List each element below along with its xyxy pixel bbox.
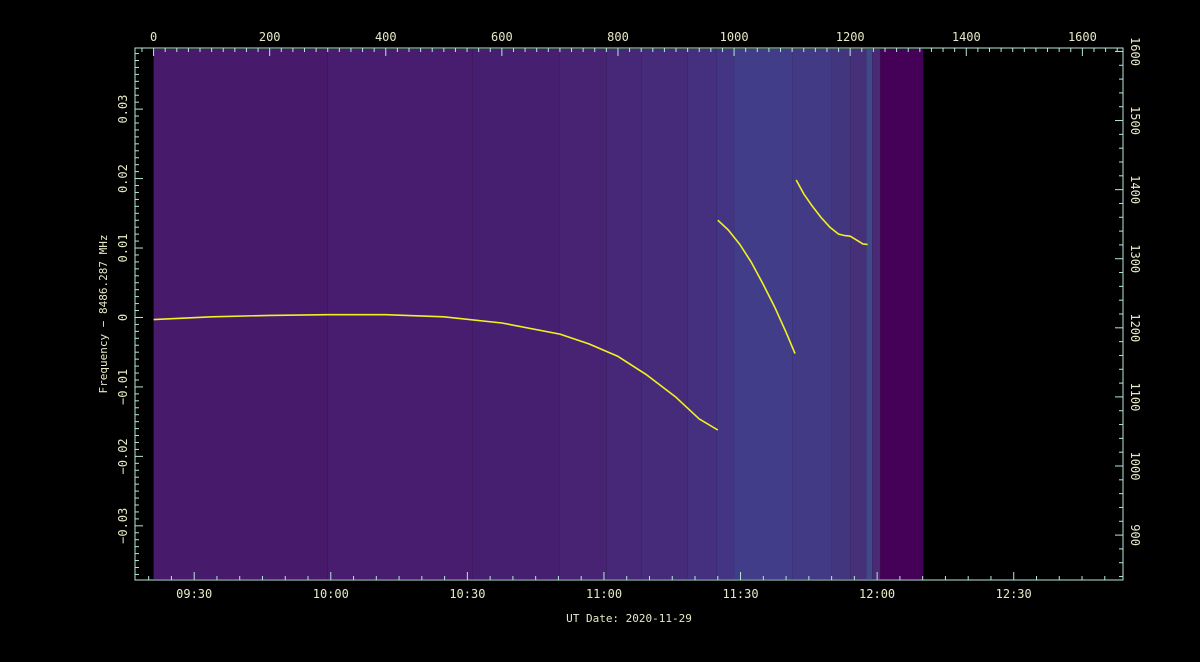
top-tick-label: 0 xyxy=(150,30,157,44)
heatmap-column-8 xyxy=(734,49,793,579)
right-tick-label: 1400 xyxy=(1128,175,1142,204)
bottom-tick-label: 11:00 xyxy=(586,587,622,601)
left-tick-label: −0.03 xyxy=(116,508,130,544)
left-tick-label: 0.01 xyxy=(116,234,130,263)
bottom-tick-label: 11:30 xyxy=(722,587,758,601)
heatmap-column-9 xyxy=(792,49,832,579)
heatmap-columns xyxy=(153,49,924,579)
left-tick-label: −0.01 xyxy=(116,369,130,405)
bottom-tick-label: 09:30 xyxy=(176,587,212,601)
top-tick-label: 1400 xyxy=(952,30,981,44)
top-tick-label: 200 xyxy=(259,30,281,44)
spectrogram-chart: 0 200 400 600 800 1000 1200 1400 1600 09:30 10:00… xyxy=(97,30,1142,625)
top-tick-label: 400 xyxy=(375,30,397,44)
heatmap-column-7 xyxy=(716,49,735,579)
heatmap-column-14 xyxy=(880,49,924,579)
top-tick-label: 1200 xyxy=(836,30,865,44)
top-tick-label: 600 xyxy=(491,30,513,44)
heatmap-column-10 xyxy=(831,49,851,579)
left-tick-label: 0.03 xyxy=(116,95,130,124)
right-tick-label: 1500 xyxy=(1128,106,1142,135)
right-tick-label: 1100 xyxy=(1128,382,1142,411)
heatmap-column-11 xyxy=(850,49,867,579)
top-tick-label: 1600 xyxy=(1068,30,1097,44)
right-tick-label: 900 xyxy=(1128,524,1142,546)
left-tick-label: −0.02 xyxy=(116,438,130,474)
bottom-tick-label: 10:00 xyxy=(313,587,349,601)
left-tick-label: 0.02 xyxy=(116,164,130,193)
top-tick-label: 1000 xyxy=(720,30,749,44)
bottom-tick-label: 12:00 xyxy=(859,587,895,601)
heatmap-column-0 xyxy=(153,49,328,579)
heatmap-column-4 xyxy=(606,49,642,579)
heatmap-column-13 xyxy=(872,49,881,579)
heatmap-column-12 xyxy=(866,49,873,579)
heatmap-column-5 xyxy=(641,49,688,579)
heatmap-column-2 xyxy=(472,49,560,579)
heatmap-column-6 xyxy=(687,49,717,579)
bottom-axis-tick-labels: 09:30 10:00 10:30 11:00 11:30 12:00 12:30 xyxy=(176,587,1032,601)
left-tick-label: 0 xyxy=(116,314,130,321)
top-tick-label: 800 xyxy=(607,30,629,44)
bottom-tick-label: 12:30 xyxy=(996,587,1032,601)
right-axis-tick-labels: 900 1000 1100 1200 1300 1400 1500 1600 xyxy=(1128,37,1142,546)
heatmap-column-3 xyxy=(559,49,607,579)
left-axis-tick-labels: −0.03 −0.02 −0.01 0 0.01 0.02 0.03 xyxy=(116,95,130,544)
top-axis-tick-labels: 0 200 400 600 800 1000 1200 1400 1600 xyxy=(150,30,1097,44)
bottom-tick-label: 10:30 xyxy=(449,587,485,601)
right-tick-label: 1300 xyxy=(1128,244,1142,273)
right-tick-label: 1200 xyxy=(1128,313,1142,342)
x-axis-title: UT Date: 2020-11-29 xyxy=(566,612,692,625)
y-axis-title: Frequency − 8486.287 MHz xyxy=(97,235,110,394)
right-tick-label: 1000 xyxy=(1128,452,1142,481)
right-tick-label: 1600 xyxy=(1128,37,1142,66)
